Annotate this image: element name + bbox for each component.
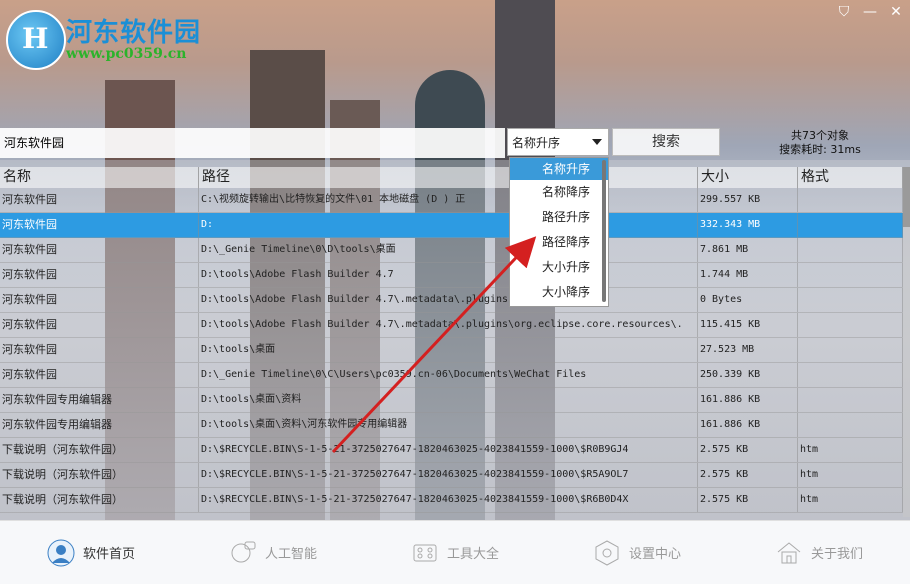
table-row[interactable]: 下载说明（河东软件园） D:\$RECYCLE.BIN\S-1-5-21-3725… [0, 463, 903, 488]
nav-ai[interactable]: 人工智能 [182, 521, 364, 584]
brand-title: 河东软件园 [66, 18, 202, 48]
settings-hex-icon [595, 539, 619, 566]
sort-dropdown-menu: 名称升序 名称降序 路径升序 路径降序 大小升序 大小降序 [509, 157, 609, 307]
tools-grid-icon [413, 544, 437, 561]
table-row[interactable]: 河东软件园 D:\_Genie Timeline\0\D\tools\桌面 7.86… [0, 238, 903, 263]
column-header-size[interactable]: 大小 [698, 167, 798, 188]
home-icon [777, 541, 801, 563]
nav-about[interactable]: 关于我们 [728, 521, 910, 584]
table-row[interactable]: 河东软件园 D:\tools\Adobe Flash Builder 4.7\.m… [0, 288, 903, 313]
results-table: 名称 路径 大小 格式 河东软件园 C:\视频旋转输出\比特恢复的文件\01 本地… [0, 167, 903, 517]
object-count: 共73个对象 [791, 129, 849, 142]
nav-home[interactable]: 软件首页 [0, 521, 182, 584]
menu-item-size-desc[interactable]: 大小降序 [510, 280, 608, 305]
table-row[interactable]: 河东软件园 D:\tools\Adobe Flash Builder 4.7\.m… [0, 313, 903, 338]
table-body: 河东软件园 C:\视频旋转输出\比特恢复的文件\01 本地磁盘 (D ) 正 299… [0, 188, 903, 513]
column-header-name[interactable]: 名称 [0, 167, 199, 188]
table-row[interactable]: 河东软件园 C:\视频旋转输出\比特恢复的文件\01 本地磁盘 (D ) 正 299… [0, 188, 903, 213]
table-scrollbar[interactable] [903, 167, 910, 517]
minimize-icon[interactable]: — [862, 4, 878, 20]
nav-tools[interactable]: 工具大全 [364, 521, 546, 584]
menu-item-name-desc[interactable]: 名称降序 [510, 180, 608, 205]
search-stats: 共73个对象 搜索耗时: 31ms [770, 129, 870, 157]
search-box [0, 128, 505, 158]
table-row-selected[interactable]: 河东软件园 D: 332.343 MB [0, 213, 903, 238]
column-header-path[interactable]: 路径 [199, 167, 698, 188]
close-icon[interactable]: ✕ [888, 4, 904, 20]
table-row[interactable]: 河东软件园专用编辑器 D:\tools\桌面\资料\河东软件园专用编辑器 161.8… [0, 413, 903, 438]
search-input[interactable] [0, 128, 503, 156]
table-row[interactable]: 下载说明（河东软件园） D:\$RECYCLE.BIN\S-1-5-21-3725… [0, 438, 903, 463]
table-row[interactable]: 河东软件园专用编辑器 D:\tools\桌面\资料 161.886 KB [0, 388, 903, 413]
scrollbar-thumb[interactable] [903, 167, 910, 227]
search-button[interactable]: 搜索 [612, 128, 720, 156]
brand-url: www.pc0359.cn [66, 46, 187, 62]
user-headset-icon [47, 539, 75, 566]
chevron-down-icon [592, 139, 602, 145]
logo-icon: H [6, 10, 66, 70]
menu-item-name-asc[interactable]: 名称升序 [510, 158, 608, 180]
menu-item-size-asc[interactable]: 大小升序 [510, 255, 608, 280]
ai-bot-icon [231, 541, 256, 562]
table-header: 名称 路径 大小 格式 [0, 167, 903, 188]
table-row[interactable]: 河东软件园 D:\_Genie Timeline\0\C\Users\pc0359… [0, 363, 903, 388]
column-header-format[interactable]: 格式 [798, 167, 903, 188]
window-controls: ⛉ — ✕ [836, 4, 904, 20]
table-row[interactable]: 下载说明（河东软件园） D:\$RECYCLE.BIN\S-1-5-21-3725… [0, 488, 903, 513]
menu-item-path-desc[interactable]: 路径降序 [510, 230, 608, 255]
shirt-icon[interactable]: ⛉ [836, 4, 852, 20]
sort-select[interactable]: 名称升序 [507, 128, 609, 156]
search-time: 搜索耗时: 31ms [779, 143, 861, 156]
bottom-nav: 软件首页 人工智能 工具大全 设置中心 关于我们 [0, 520, 910, 584]
nav-settings[interactable]: 设置中心 [546, 521, 728, 584]
menu-item-path-asc[interactable]: 路径升序 [510, 205, 608, 230]
top-banner: H 河东软件园 www.pc0359.cn ⛉ — ✕ [0, 0, 910, 125]
table-row[interactable]: 河东软件园 D:\tools\Adobe Flash Builder 4.7 1.7… [0, 263, 903, 288]
sort-select-value: 名称升序 [512, 136, 561, 150]
menu-scrollbar[interactable] [602, 160, 606, 302]
table-row[interactable]: 河东软件园 D:\tools\桌面 27.523 MB [0, 338, 903, 363]
